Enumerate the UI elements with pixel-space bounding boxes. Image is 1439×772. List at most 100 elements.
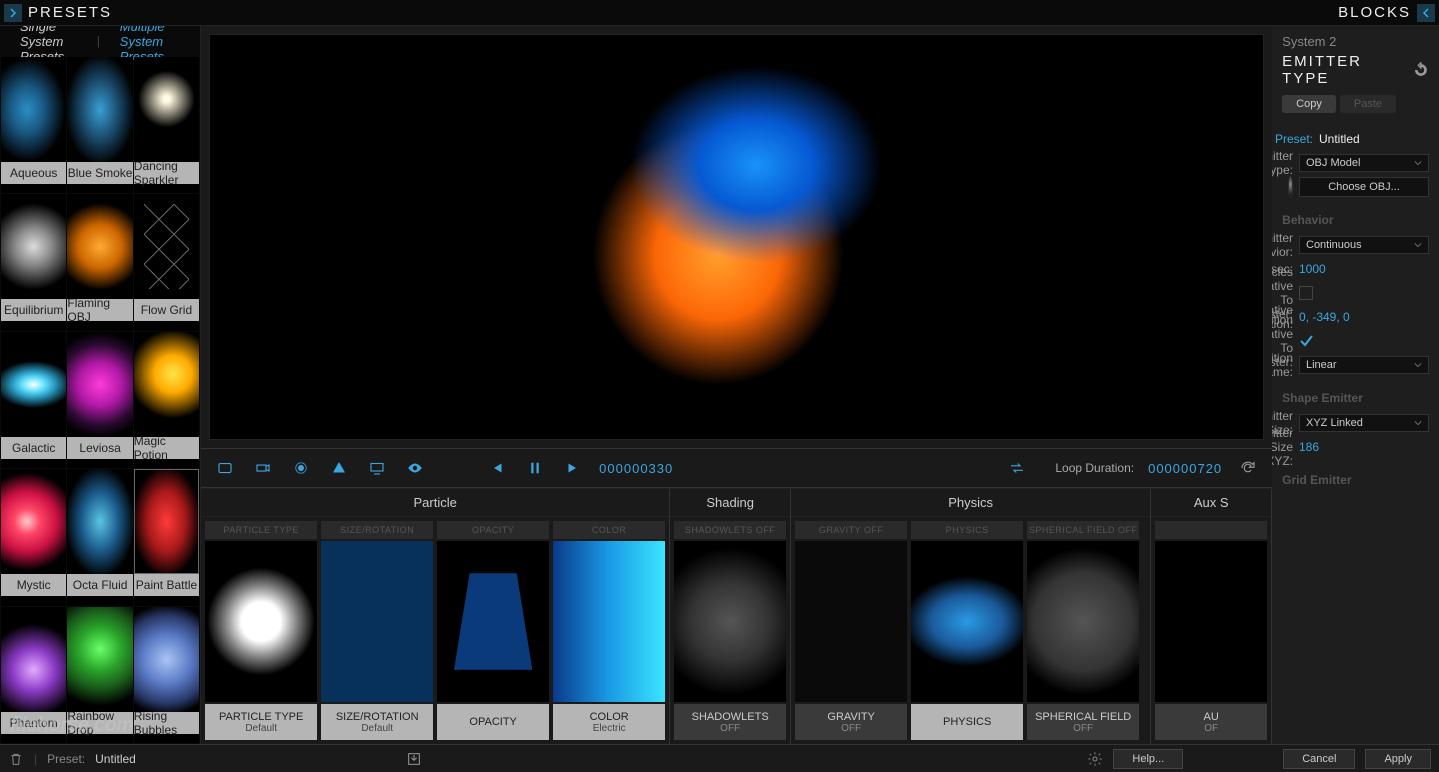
- blocks-strip: Particle PARTICLE TYPEPARTICLE TYPEDefaul…: [201, 488, 1272, 744]
- preset-item[interactable]: Paint Battle: [134, 469, 199, 605]
- preset-thumb: [1, 57, 66, 162]
- preset-value[interactable]: Untitled: [1319, 132, 1423, 146]
- visibility-icon[interactable]: [403, 456, 427, 480]
- preview-viewport[interactable]: [209, 34, 1264, 440]
- block-thumb: [1027, 541, 1139, 702]
- paste-button[interactable]: Paste: [1340, 95, 1396, 113]
- screen-icon[interactable]: [365, 456, 389, 480]
- block-item[interactable]: PHYSICS PHYSICS: [911, 521, 1023, 740]
- last-frame-button[interactable]: [561, 456, 585, 480]
- block-item[interactable]: AUOF: [1155, 521, 1267, 740]
- help-button[interactable]: Help...: [1113, 749, 1183, 769]
- preset-thumb: [1, 607, 66, 712]
- settings-icon[interactable]: [1087, 751, 1103, 767]
- loop-icon[interactable]: [1005, 456, 1029, 480]
- reset-icon[interactable]: [1413, 62, 1429, 78]
- properties-panel: System 2 EMITTER TYPE Copy Paste Preset:…: [1272, 26, 1439, 744]
- refresh-icon[interactable]: [1236, 456, 1260, 480]
- emitter-size-select[interactable]: XYZ Linked: [1299, 414, 1429, 432]
- first-frame-button[interactable]: [485, 456, 509, 480]
- preset-label: Magic Potion: [134, 437, 199, 459]
- block-group-header: Shading: [670, 489, 790, 517]
- preset-thumb: [134, 194, 199, 299]
- preset-item[interactable]: Equilibrium: [1, 194, 66, 330]
- preset-item[interactable]: Flaming OBJ: [67, 194, 132, 330]
- emitter-type-select[interactable]: OBJ Model: [1299, 154, 1429, 172]
- block-chip: SHADOWLETS OFF: [674, 521, 786, 539]
- shape-emitter-header: Shape Emitter: [1282, 391, 1429, 405]
- emitter-behavior-select[interactable]: Continuous: [1299, 236, 1429, 254]
- bottombar-preset-value[interactable]: Untitled: [95, 752, 136, 766]
- save-icon[interactable]: [406, 751, 422, 767]
- block-group: Aux S AUOF: [1151, 489, 1272, 744]
- apply-button[interactable]: Apply: [1365, 749, 1431, 769]
- blocks-collapse-button[interactable]: [1417, 4, 1435, 22]
- preset-item[interactable]: Flow Grid: [134, 194, 199, 330]
- position-rel-master-check[interactable]: [1299, 334, 1313, 348]
- block-chip: PARTICLE TYPE: [205, 521, 317, 539]
- block-item[interactable]: GRAVITY OFFGRAVITYOFF: [795, 521, 907, 740]
- position-subframe-select[interactable]: Linear: [1299, 356, 1429, 374]
- block-thumb: [553, 541, 665, 702]
- preset-item[interactable]: Dancing Sparkler: [134, 57, 199, 193]
- render-icon[interactable]: [213, 456, 237, 480]
- preset-item[interactable]: Blue Smoke: [67, 57, 132, 193]
- presets-title: PRESETS: [28, 4, 112, 21]
- block-item[interactable]: SHADOWLETS OFFSHADOWLETSOFF: [674, 521, 786, 740]
- block-chip: PHYSICS: [911, 521, 1023, 539]
- system-label: System 2: [1282, 34, 1429, 49]
- preset-item[interactable]: Mystic: [1, 469, 66, 605]
- preset-item[interactable]: Octa Fluid: [67, 469, 132, 605]
- preset-thumb: [134, 332, 199, 437]
- preset-item[interactable]: Aqueous: [1, 57, 66, 193]
- preset-item[interactable]: Magic Potion: [134, 332, 199, 468]
- pause-button[interactable]: [523, 456, 547, 480]
- block-item[interactable]: OPACITYOPACITY: [437, 521, 549, 740]
- block-item[interactable]: PARTICLE TYPEPARTICLE TYPEDefault: [205, 521, 317, 740]
- emitter-type-label: Emitter Type:: [1272, 149, 1293, 177]
- block-label: OPACITY: [437, 704, 549, 740]
- block-thumb: [205, 541, 317, 702]
- block-thumb: [674, 541, 786, 702]
- block-item[interactable]: SIZE/ROTATION SIZE/ROTATIONDefault: [321, 521, 433, 740]
- preset-item[interactable]: Rainbow Drop: [67, 607, 132, 743]
- preview-visual: [547, 57, 927, 417]
- bottombar: | Preset: Untitled Help... Cancel Apply: [0, 744, 1439, 772]
- obscuration-icon[interactable]: [327, 456, 351, 480]
- preset-thumb: [67, 607, 132, 712]
- preset-label: Rising Bubbles: [134, 712, 199, 734]
- block-chip: SPHERICAL FIELD OFF: [1027, 521, 1139, 539]
- loop-duration[interactable]: 000000720: [1148, 461, 1222, 476]
- particles-sec-value[interactable]: 1000: [1299, 262, 1429, 276]
- block-item[interactable]: COLORCOLORElectric: [553, 521, 665, 740]
- block-chip: SIZE/ROTATION: [321, 521, 433, 539]
- cancel-button[interactable]: Cancel: [1283, 749, 1355, 769]
- panel-title: EMITTER TYPE: [1282, 53, 1413, 87]
- preset-thumb: [1, 469, 66, 574]
- emitter-size-xyz-value[interactable]: 186: [1299, 440, 1429, 454]
- preset-thumb: [1, 332, 66, 437]
- choose-obj-button[interactable]: Choose OBJ...: [1299, 177, 1429, 197]
- block-group-header: Aux S: [1151, 489, 1271, 517]
- block-thumb: [1155, 541, 1267, 702]
- relative-position-value[interactable]: 0, -349, 0: [1299, 310, 1429, 324]
- presets-expand-button[interactable]: [4, 4, 22, 22]
- camera-icon[interactable]: [251, 456, 275, 480]
- preset-item[interactable]: Phantom: [1, 607, 66, 743]
- copy-button[interactable]: Copy: [1282, 95, 1336, 113]
- block-label: PHYSICS: [911, 704, 1023, 740]
- block-item[interactable]: SPHERICAL FIELD OFFSPHERICAL FIELDOFF: [1027, 521, 1139, 740]
- block-label: SIZE/ROTATIONDefault: [321, 704, 433, 740]
- preset-item[interactable]: Rising Bubbles: [134, 607, 199, 743]
- preset-item[interactable]: Galactic: [1, 332, 66, 468]
- delete-icon[interactable]: [8, 751, 24, 767]
- preset-item[interactable]: Leviosa: [67, 332, 132, 468]
- block-chip: GRAVITY OFF: [795, 521, 907, 539]
- particles-rel-master-check[interactable]: [1299, 286, 1313, 300]
- position-subframe-label: Position Subframe:: [1272, 351, 1293, 379]
- motion-blur-icon[interactable]: [289, 456, 313, 480]
- block-group-header: Physics: [791, 489, 1150, 517]
- block-group-header: Particle: [201, 489, 669, 517]
- preset-label: Leviosa: [67, 437, 132, 459]
- frame-counter[interactable]: 000000330: [599, 461, 673, 476]
